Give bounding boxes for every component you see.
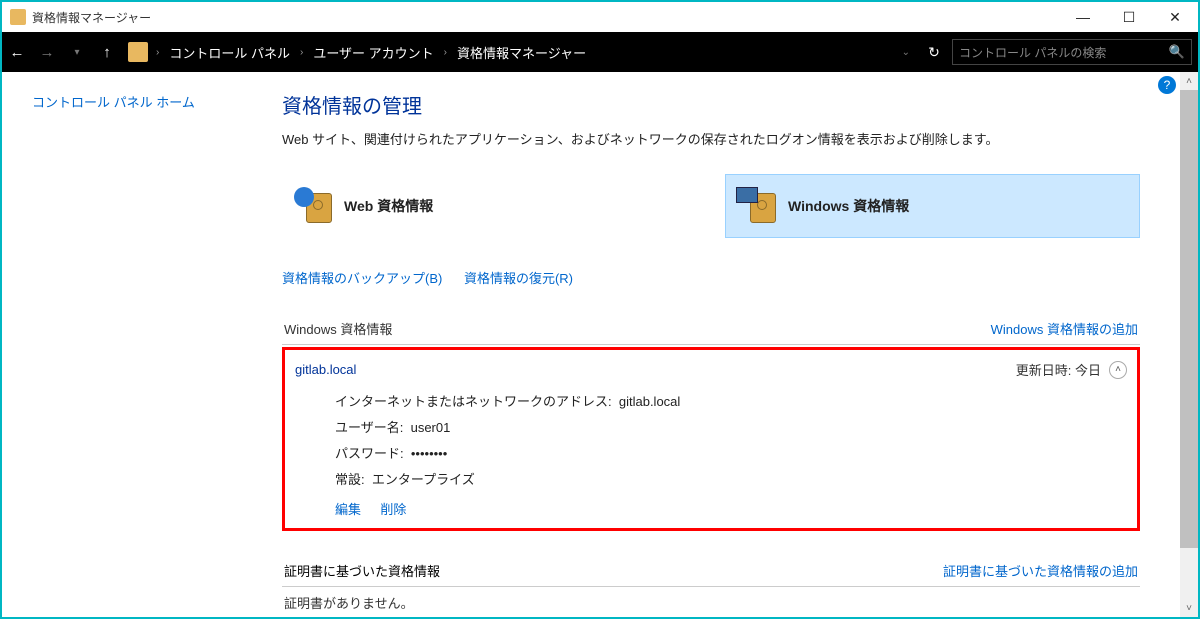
credential-entry: gitlab.local 更新日時: 今日 ˄ インターネットまたはネットワーク…: [282, 347, 1140, 531]
tile-label: Web 資格情報: [344, 196, 433, 216]
control-panel-home-link[interactable]: コントロール パネル ホーム: [32, 92, 244, 111]
search-icon[interactable]: 🔍: [1169, 44, 1185, 60]
scroll-track[interactable]: [1180, 90, 1198, 599]
sidebar: コントロール パネル ホーム 関連項目 ユーザー アカウント: [2, 72, 252, 617]
window-title: 資格情報マネージャー: [32, 9, 151, 26]
location-icon: [128, 42, 148, 62]
tile-windows-credentials[interactable]: Windows 資格情報: [725, 174, 1140, 238]
scroll-up-icon[interactable]: ˄: [1186, 72, 1192, 90]
edit-credential-link[interactable]: 編集: [335, 502, 361, 517]
breadcrumb-item[interactable]: ユーザー アカウント: [309, 43, 437, 62]
windows-credential-icon: [742, 189, 776, 223]
restore-credentials-link[interactable]: 資格情報の復元(R): [464, 271, 573, 286]
close-button[interactable]: ✕: [1152, 2, 1198, 32]
scroll-thumb[interactable]: [1180, 90, 1198, 548]
vertical-scrollbar[interactable]: ˄ ˅: [1180, 72, 1198, 617]
chevron-right-icon: ›: [296, 47, 307, 58]
tile-web-credentials[interactable]: Web 資格情報: [282, 174, 695, 238]
forward-button[interactable]: →: [32, 37, 62, 67]
recent-dropdown[interactable]: ▾: [62, 37, 92, 67]
minimize-button[interactable]: —: [1060, 2, 1106, 32]
chevron-right-icon: ›: [152, 47, 163, 58]
delete-credential-link[interactable]: 削除: [380, 502, 406, 517]
page-description: Web サイト、関連付けられたアプリケーション、およびネットワークの保存されたロ…: [282, 129, 1140, 148]
back-button[interactable]: ←: [2, 37, 32, 67]
tile-label: Windows 資格情報: [788, 196, 909, 216]
credential-updated: 更新日時: 今日: [1016, 360, 1101, 379]
web-credential-icon: [298, 189, 332, 223]
cert-empty-message: 証明書がありません。: [282, 587, 1140, 612]
search-placeholder: コントロール パネルの検索: [959, 44, 1106, 61]
credential-password-row: パスワード: ••••••••: [335, 441, 1127, 467]
add-windows-credential-link[interactable]: Windows 資格情報の追加: [991, 319, 1138, 338]
main-content: ? 資格情報の管理 Web サイト、関連付けられたアプリケーション、およびネット…: [252, 72, 1180, 617]
cert-credentials-header: 証明書に基づいた資格情報: [284, 561, 440, 580]
breadcrumb[interactable]: › コントロール パネル › ユーザー アカウント › 資格情報マネージャー: [152, 43, 896, 62]
credential-persist-row: 常設: エンタープライズ: [335, 467, 1127, 493]
chevron-right-icon: ›: [440, 47, 451, 58]
scroll-down-icon[interactable]: ˅: [1186, 599, 1192, 617]
credential-user-row: ユーザー名: user01: [335, 415, 1127, 441]
search-input[interactable]: コントロール パネルの検索 🔍: [952, 39, 1192, 65]
backup-credentials-link[interactable]: 資格情報のバックアップ(B): [282, 271, 442, 286]
navigation-bar: ← → ▾ ↑ › コントロール パネル › ユーザー アカウント › 資格情報…: [0, 32, 1200, 72]
maximize-button[interactable]: ☐: [1106, 2, 1152, 32]
page-title: 資格情報の管理: [282, 90, 1140, 119]
help-icon[interactable]: ?: [1158, 76, 1176, 94]
up-button[interactable]: ↑: [92, 37, 122, 67]
credential-name[interactable]: gitlab.local: [295, 362, 356, 377]
breadcrumb-item[interactable]: 資格情報マネージャー: [453, 43, 590, 62]
app-icon: [10, 9, 26, 25]
windows-credentials-header: Windows 資格情報: [284, 319, 392, 338]
breadcrumb-item[interactable]: コントロール パネル: [165, 43, 294, 62]
credential-address-row: インターネットまたはネットワークのアドレス: gitlab.local: [335, 389, 1127, 415]
refresh-button[interactable]: ↻: [918, 44, 950, 61]
window-titlebar: 資格情報マネージャー — ☐ ✕: [0, 0, 1200, 32]
location-dropdown[interactable]: ⌄: [896, 47, 916, 58]
add-cert-credential-link[interactable]: 証明書に基づいた資格情報の追加: [943, 561, 1138, 580]
collapse-toggle-icon[interactable]: ˄: [1109, 361, 1127, 379]
